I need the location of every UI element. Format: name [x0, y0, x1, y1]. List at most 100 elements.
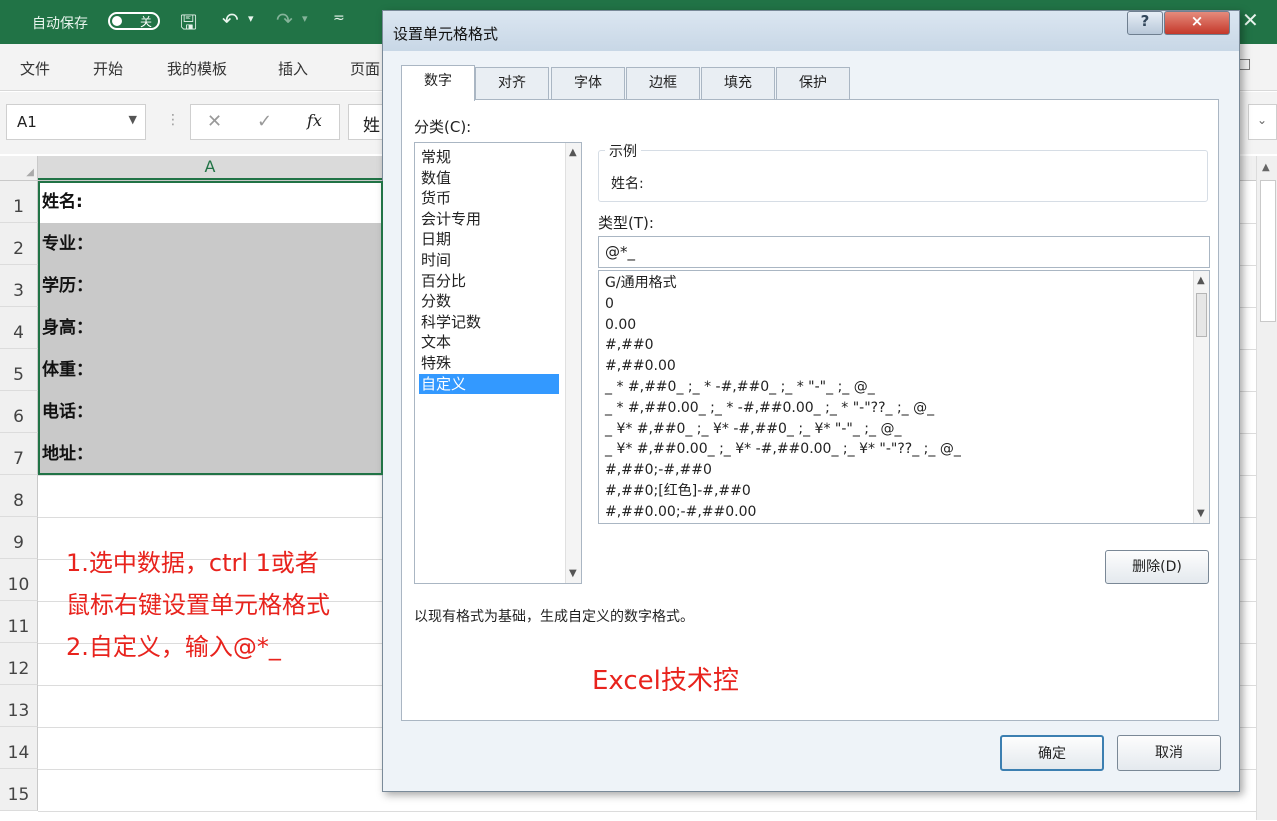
- redo-dropdown-icon[interactable]: ▾: [302, 12, 308, 25]
- category-scrollbar[interactable]: ▲ ▼: [565, 143, 581, 583]
- category-item[interactable]: 百分比: [419, 271, 559, 292]
- cancel-button[interactable]: 取消: [1117, 735, 1221, 771]
- ribbon-tab-home[interactable]: 开始: [93, 58, 123, 79]
- ok-button[interactable]: 确定: [1000, 735, 1104, 771]
- category-item[interactable]: 日期: [419, 229, 559, 250]
- redo-icon[interactable]: ↷: [276, 8, 293, 32]
- number-tab-panel: 分类(C): 常规 数值 货币 会计专用 日期 时间 百分比 分数 科学记数 文本 特殊 自定义 ▲ …: [401, 99, 1219, 721]
- name-box-dropdown-icon[interactable]: ▼: [129, 113, 137, 126]
- type-list[interactable]: G/通用格式 0 0.00 #,##0 #,##0.00 _ * #,##0_ ;_ * …: [598, 270, 1210, 524]
- type-item[interactable]: #,##0;[红色]-#,##0: [605, 481, 751, 502]
- annotation-line-1: 1.选中数据，ctrl 1或者: [66, 549, 319, 577]
- sample-group: 示例 姓名:: [598, 141, 1208, 202]
- tab-alignment[interactable]: 对齐: [475, 67, 549, 99]
- window-close-icon[interactable]: ✕: [1242, 8, 1259, 32]
- row-header[interactable]: 4: [0, 307, 38, 349]
- format-cells-dialog: 设置单元格格式 ? × 数字 对齐 字体 边框 填充 保护 分类(C): 常规数…: [382, 10, 1240, 792]
- dialog-title: 设置单元格格式: [393, 25, 499, 43]
- cancel-formula-icon[interactable]: ✕: [207, 111, 222, 132]
- row-header[interactable]: 14: [0, 727, 38, 769]
- formula-bar-splitter-icon[interactable]: ⋮: [166, 112, 180, 128]
- row-header[interactable]: 12: [0, 643, 38, 685]
- type-item[interactable]: #,##0.00: [605, 356, 676, 377]
- scroll-down-icon[interactable]: ▼: [1197, 508, 1205, 519]
- row-header[interactable]: 15: [0, 769, 38, 811]
- category-item[interactable]: 分数: [419, 291, 559, 312]
- scroll-up-icon[interactable]: ▲: [569, 147, 577, 158]
- row-header[interactable]: 13: [0, 685, 38, 727]
- type-item[interactable]: #,##0: [605, 335, 654, 356]
- category-item[interactable]: 时间: [419, 250, 559, 271]
- save-icon[interactable]: 🖫: [180, 8, 197, 42]
- sample-value: 姓名:: [611, 176, 644, 192]
- insert-function-icon[interactable]: fx: [307, 111, 322, 130]
- ribbon-tab-insert[interactable]: 插入: [278, 58, 308, 79]
- type-input[interactable]: @*_: [598, 236, 1210, 268]
- customize-toolbar-icon[interactable]: ≂: [333, 10, 345, 26]
- type-item[interactable]: _ * #,##0.00_ ;_ * -#,##0.00_ ;_ * "-"??…: [605, 398, 934, 419]
- type-item[interactable]: _ ¥* #,##0.00_ ;_ ¥* -#,##0.00_ ;_ ¥* "-…: [605, 439, 961, 460]
- corner-triangle-icon: ◢: [26, 167, 34, 178]
- delete-button[interactable]: 删除(D): [1105, 550, 1209, 584]
- row-header[interactable]: 2: [0, 223, 38, 265]
- ribbon-tab-file[interactable]: 文件: [20, 58, 50, 79]
- type-item[interactable]: 0.00: [605, 315, 636, 336]
- formula-expand-button[interactable]: ⌄: [1248, 104, 1277, 140]
- chevron-down-icon: ⌄: [1257, 113, 1268, 127]
- type-label: 类型(T):: [598, 214, 654, 232]
- formula-buttons: ✕ ✓ fx: [190, 104, 340, 140]
- dialog-title-bar: 设置单元格格式 ? ×: [383, 11, 1239, 51]
- category-item[interactable]: 数值: [419, 168, 559, 189]
- type-item[interactable]: 0: [605, 294, 614, 315]
- type-item[interactable]: #,##0;-#,##0: [605, 460, 712, 481]
- sheet-vertical-scrollbar[interactable]: ▲: [1256, 156, 1277, 820]
- row-header[interactable]: 5: [0, 349, 38, 391]
- tab-font[interactable]: 字体: [551, 67, 625, 99]
- tab-border[interactable]: 边框: [626, 67, 700, 99]
- tab-number[interactable]: 数字: [401, 65, 475, 101]
- scroll-down-icon[interactable]: ▼: [569, 568, 577, 579]
- autosave-toggle[interactable]: 关: [108, 12, 160, 30]
- category-item[interactable]: 自定义: [419, 373, 559, 395]
- help-button[interactable]: ?: [1127, 11, 1163, 35]
- tab-protection[interactable]: 保护: [776, 67, 850, 99]
- row-header[interactable]: 11: [0, 601, 38, 643]
- row-header[interactable]: 7: [0, 433, 38, 475]
- category-list[interactable]: 常规 数值 货币 会计专用 日期 时间 百分比 分数 科学记数 文本 特殊 自定义 ▲ ▼: [414, 142, 582, 584]
- category-item[interactable]: 常规: [419, 147, 559, 168]
- type-item[interactable]: _ * #,##0_ ;_ * -#,##0_ ;_ * "-"_ ;_ @_: [605, 377, 875, 398]
- column-header-a[interactable]: A: [38, 156, 382, 180]
- select-all-corner[interactable]: ◢: [0, 156, 38, 180]
- scroll-thumb[interactable]: [1196, 293, 1207, 337]
- ribbon-tab-page[interactable]: 页面: [350, 58, 380, 79]
- category-item[interactable]: 科学记数: [419, 312, 559, 333]
- category-item[interactable]: 货币: [419, 188, 559, 209]
- row-header[interactable]: 3: [0, 265, 38, 307]
- category-item[interactable]: 文本: [419, 332, 559, 353]
- confirm-formula-icon[interactable]: ✓: [257, 111, 272, 132]
- name-box-value: A1: [17, 113, 37, 131]
- undo-icon[interactable]: ↶: [222, 8, 239, 32]
- type-list-scrollbar[interactable]: ▲ ▼: [1193, 271, 1209, 523]
- scroll-thumb[interactable]: [1260, 180, 1276, 322]
- type-item[interactable]: #,##0.00;-#,##0.00: [605, 502, 756, 523]
- category-item[interactable]: 会计专用: [419, 209, 559, 230]
- annotation-line-3: 2.自定义，输入@*_: [66, 633, 281, 661]
- row-header[interactable]: 1: [0, 181, 38, 223]
- type-item[interactable]: G/通用格式: [605, 273, 677, 294]
- category-item[interactable]: 特殊: [419, 353, 559, 374]
- autosave-state: 关: [139, 15, 152, 29]
- row-header[interactable]: 10: [0, 559, 38, 601]
- type-item[interactable]: _ ¥* #,##0_ ;_ ¥* -#,##0_ ;_ ¥* "-"_ ;_ …: [605, 419, 901, 440]
- tab-fill[interactable]: 填充: [701, 67, 775, 99]
- ribbon-tab-my-templates[interactable]: 我的模板: [167, 58, 227, 79]
- row-header[interactable]: 9: [0, 517, 38, 559]
- category-label: 分类(C):: [414, 118, 472, 136]
- close-button[interactable]: ×: [1164, 11, 1230, 35]
- row-header[interactable]: 6: [0, 391, 38, 433]
- scroll-up-icon[interactable]: ▲: [1262, 162, 1270, 173]
- scroll-up-icon[interactable]: ▲: [1197, 275, 1205, 286]
- row-header[interactable]: 8: [0, 475, 38, 517]
- undo-dropdown-icon[interactable]: ▾: [248, 12, 254, 25]
- name-box[interactable]: A1 ▼: [6, 104, 146, 140]
